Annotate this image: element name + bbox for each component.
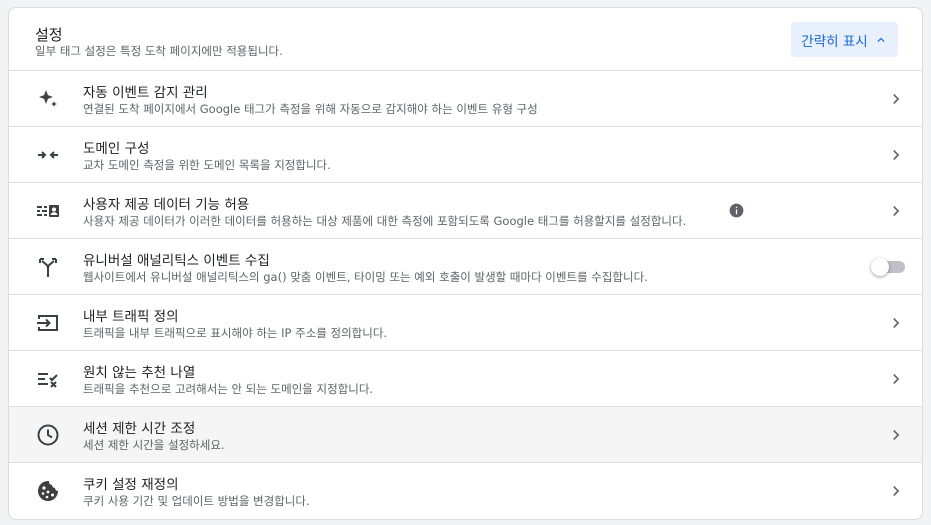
settings-row-internal-traffic[interactable]: 내부 트래픽 정의 트래픽을 내부 트래픽으로 표시해야 하는 IP 주소를 정… — [9, 295, 922, 351]
row-title: 쿠키 설정 재정의 — [83, 477, 179, 493]
settings-header: 설정 일부 태그 설정은 특정 도착 페이지에만 적용됩니다. 간략히 표시 — [9, 8, 922, 71]
settings-row-unwanted-referrals[interactable]: 원치 않는 추천 나열 트래픽을 추천으로 고려해서는 안 되는 도메인을 지정… — [9, 351, 922, 407]
chevron-right-icon — [886, 201, 906, 221]
settings-row-user-provided-data[interactable]: 사용자 제공 데이터 기능 허용 사용자 제공 데이터가 이러한 데이터를 허용… — [9, 183, 922, 239]
clock-icon — [36, 423, 60, 447]
chevron-right-icon — [886, 313, 906, 333]
row-description: 트래픽을 내부 트래픽으로 표시해야 하는 IP 주소를 정의합니다. — [83, 326, 388, 340]
row-title: 내부 트래픽 정의 — [83, 309, 179, 325]
row-title: 도메인 구성 — [83, 141, 150, 157]
row-description: 세션 제한 시간을 설정하세요. — [83, 438, 225, 452]
chevron-up-icon — [877, 37, 885, 42]
settings-row-domain-config[interactable]: 도메인 구성 교차 도메인 측정을 위한 도메인 목록을 지정합니다. — [9, 127, 922, 183]
settings-row-session-timeout[interactable]: 세션 제한 시간 조정 세션 제한 시간을 설정하세요. — [9, 407, 922, 463]
user-data-icon — [36, 199, 60, 223]
chevron-right-icon — [886, 481, 906, 501]
chevron-right-icon — [886, 369, 906, 389]
row-title: 자동 이벤트 감지 관리 — [83, 85, 208, 101]
toggle-knob — [871, 258, 889, 276]
settings-row-cookie-override[interactable]: 쿠키 설정 재정의 쿠키 사용 기간 및 업데이트 방법을 변경합니다. — [9, 463, 922, 519]
collapse-button-label: 간략히 표시 — [801, 33, 868, 50]
row-title: 원치 않는 추천 나열 — [83, 365, 196, 381]
merge-arrows-icon — [36, 143, 60, 167]
fork-icon — [36, 255, 60, 279]
page-title: 설정 — [35, 26, 63, 44]
settings-card: 설정 일부 태그 설정은 특정 도착 페이지에만 적용됩니다. 간략히 표시 자… — [8, 7, 923, 520]
settings-row-ua-event-collection: 유니버설 애널리틱스 이벤트 수집 웹사이트에서 유니버설 애널리틱스의 ga(… — [9, 239, 922, 295]
settings-row-auto-event-detection[interactable]: 자동 이벤트 감지 관리 연결된 도착 페이지에서 Google 태그가 측정을… — [9, 71, 922, 127]
cookie-icon — [36, 479, 60, 503]
row-description: 트래픽을 추천으로 고려해서는 안 되는 도메인을 지정합니다. — [83, 382, 374, 396]
row-description: 웹사이트에서 유니버설 애널리틱스의 ga() 맞춤 이벤트, 타이밍 또는 예… — [83, 270, 648, 284]
row-description: 사용자 제공 데이터가 이러한 데이터를 허용하는 대상 제품에 대한 측정에 … — [83, 214, 687, 228]
chevron-right-icon — [886, 89, 906, 109]
chevron-right-icon — [886, 145, 906, 165]
sparkle-icon — [36, 87, 60, 111]
info-icon[interactable] — [729, 203, 744, 218]
row-description: 교차 도메인 측정을 위한 도메인 목록을 지정합니다. — [83, 158, 331, 172]
row-title: 유니버설 애널리틱스 이벤트 수집 — [83, 253, 270, 269]
row-description: 쿠키 사용 기간 및 업데이트 방법을 변경합니다. — [83, 494, 310, 508]
rule-icon — [36, 367, 60, 391]
collapse-button[interactable]: 간략히 표시 — [791, 22, 898, 57]
page-subtitle: 일부 태그 설정은 특정 도착 페이지에만 적용됩니다. — [35, 44, 283, 58]
row-description: 연결된 도착 페이지에서 Google 태그가 측정을 위해 자동으로 감지해야… — [83, 102, 538, 116]
ua-event-toggle[interactable] — [871, 258, 905, 276]
row-title: 사용자 제공 데이터 기능 허용 — [83, 197, 250, 213]
login-icon — [36, 311, 60, 335]
row-title: 세션 제한 시간 조정 — [83, 421, 196, 437]
chevron-right-icon — [886, 425, 906, 445]
